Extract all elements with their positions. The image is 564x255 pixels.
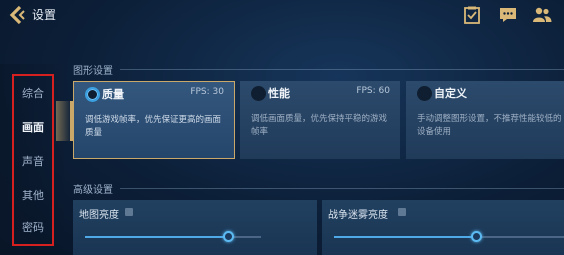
active-tab-marker [56,101,73,141]
fog-brightness-slider[interactable] [334,231,564,242]
sidebar-item-sound[interactable]: 声音 [12,144,54,178]
sidebar-item-general[interactable]: 综合 [12,76,54,110]
slider-fill [334,236,477,238]
task-icon[interactable] [462,5,482,25]
map-brightness-panel: 地图亮度 [73,200,317,255]
graphics-option-quality[interactable]: 质量 FPS: 30 调低游戏帧率，优先保证更高的画面质量 [73,81,235,159]
back-icon[interactable] [6,4,28,26]
page-title: 设置 [32,8,57,22]
radio-selected-icon [85,87,100,102]
slider-fill [85,236,230,238]
map-brightness-slider[interactable] [85,231,261,242]
section-divider [120,69,564,70]
graphics-section-title: 图形设置 [73,66,113,77]
settings-sidebar: 综合 画面 声音 其他 密码 [12,74,54,246]
info-icon[interactable] [398,208,406,216]
sidebar-item-other[interactable]: 其他 [12,178,54,212]
chat-icon[interactable] [498,5,518,25]
friends-icon[interactable] [532,5,552,25]
top-bar: 设置 [0,0,564,30]
graphics-option-custom[interactable]: 自定义 手动调整图形设置，不推荐性能较低的设备使用 [406,81,564,159]
advanced-section-title: 高级设置 [73,185,113,196]
sidebar-item-graphics[interactable]: 画面 [12,110,54,144]
radio-icon [417,86,432,101]
section-divider [120,188,564,189]
graphics-option-performance[interactable]: 性能 FPS: 60 调低画面质量，优先保持平稳的游戏帧率 [240,81,400,159]
sidebar-item-password[interactable]: 密码 [12,210,54,244]
slider-thumb[interactable] [470,231,482,242]
fog-brightness-panel: 战争迷雾亮度 [322,200,564,255]
slider-thumb[interactable] [223,231,235,242]
info-icon[interactable] [125,208,133,216]
radio-icon [251,86,266,101]
